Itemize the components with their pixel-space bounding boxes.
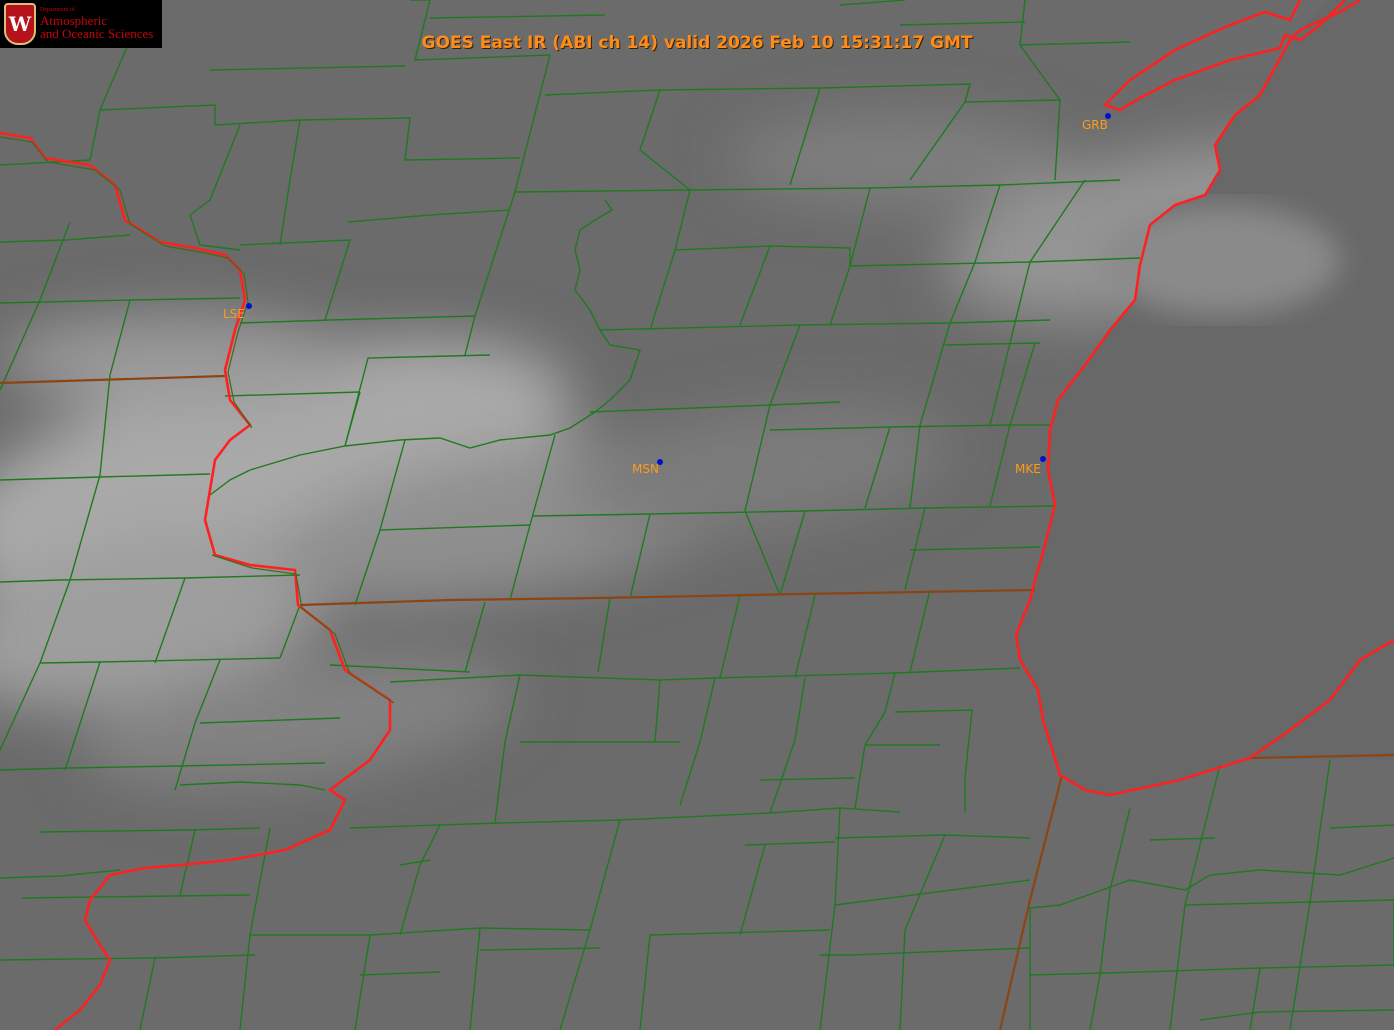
city-code: LSE <box>223 307 245 321</box>
city-dot-lse <box>246 303 252 309</box>
city-code: GRB <box>1082 118 1108 132</box>
image-title: GOES East IR (ABI ch 14) valid 2026 Feb … <box>421 33 973 53</box>
map-canvas <box>0 0 1394 1030</box>
city-dot-mke <box>1040 456 1046 462</box>
department-logo: W Department of Atmospheric and Oceanic … <box>0 0 162 48</box>
city-code: MSN <box>632 462 659 476</box>
satellite-map: GRB LSE MSN MKE GOES East IR (ABI ch 14)… <box>0 0 1394 1030</box>
city-code: MKE <box>1015 462 1041 476</box>
logo-line2: and Oceanic Sciences <box>40 26 154 42</box>
uw-crest-icon: W <box>4 3 36 45</box>
logo-text: Department of Atmospheric and Oceanic Sc… <box>40 7 153 41</box>
logo-line1: Atmospheric <box>40 12 108 28</box>
